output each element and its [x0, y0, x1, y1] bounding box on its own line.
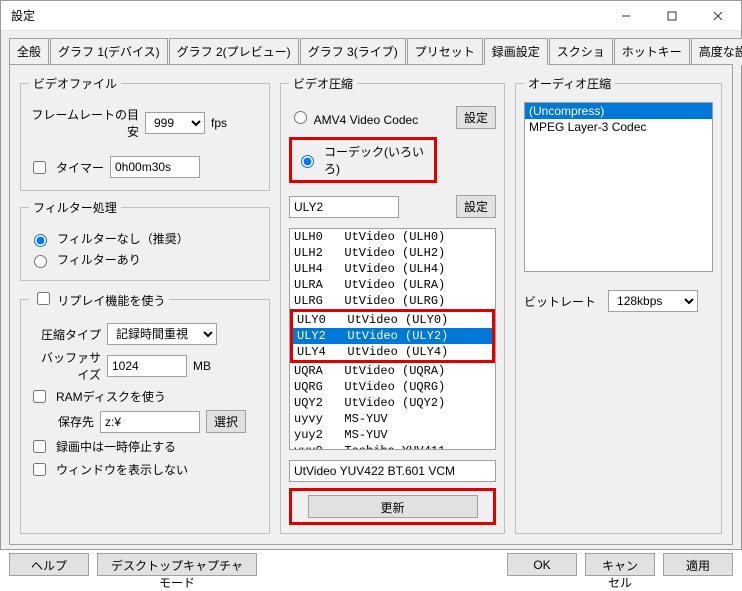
tab-panel-recording: ビデオファイル フレームレートの目安 999 fps タイマー フィルター処理 … [9, 64, 733, 545]
framerate-label: フレームレートの目安 [29, 106, 139, 140]
tab-2[interactable]: グラフ 2(プレビュー) [169, 38, 299, 65]
codec-radio-label: コーデック(いろいろ) [324, 143, 430, 177]
apply-button[interactable]: 適用 [663, 553, 733, 576]
audio-item[interactable]: MPEG Layer-3 Codec [525, 119, 712, 135]
pause-checkbox[interactable] [33, 440, 46, 453]
tab-4[interactable]: プリセット [407, 38, 483, 65]
bitrate-label: ビットレート [524, 293, 596, 310]
timer-checkbox[interactable] [33, 161, 46, 174]
codec-item[interactable]: yvu9 Toshiba YUV411 [290, 443, 495, 450]
replay-use-checkbox[interactable] [37, 292, 50, 305]
audio-item[interactable]: (Uncompress) [525, 103, 712, 119]
codec-item[interactable]: UQRG UtVideo (UQRG) [290, 379, 495, 395]
ok-button[interactable]: OK [507, 553, 577, 576]
codec-settings-button[interactable]: 設定 [456, 195, 496, 218]
buffer-input[interactable] [107, 355, 187, 377]
save-select-button[interactable]: 選択 [206, 410, 246, 433]
audio-comp-group: オーディオ圧縮 (Uncompress)MPEG Layer-3 Codec ビ… [515, 75, 722, 534]
filter-on-radio[interactable] [34, 255, 47, 268]
codec-item[interactable]: UQY2 UtVideo (UQY2) [290, 395, 495, 411]
tab-6[interactable]: スクショ [549, 38, 613, 65]
maximize-button[interactable] [649, 1, 695, 31]
tab-3[interactable]: グラフ 3(ライブ) [300, 38, 406, 65]
filter-on-label: フィルターあり [57, 251, 141, 268]
filter-none-radio[interactable] [34, 234, 47, 247]
tab-7[interactable]: ホットキー [614, 38, 690, 65]
codec-item[interactable]: UQRA UtVideo (UQRA) [290, 363, 495, 379]
replay-group: リプレイ機能を使う 圧縮タイプ 記録時間重視 バッファサイズ MB RAMディス… [20, 289, 270, 534]
amv4-label: AMV4 Video Codec [314, 113, 419, 127]
codec-radio[interactable] [301, 155, 314, 168]
video-comp-legend: ビデオ圧縮 [289, 75, 357, 92]
left-column: ビデオファイル フレームレートの目安 999 fps タイマー フィルター処理 … [20, 75, 270, 534]
compress-label: 圧縮タイプ [29, 326, 101, 343]
codec-list[interactable]: ULH0 UtVideo (ULH0)ULH2 UtVideo (ULH2)UL… [289, 228, 496, 450]
tab-5[interactable]: 録画設定 [484, 38, 548, 65]
framerate-unit: fps [211, 116, 227, 130]
replay-use-label: リプレイ機能を使う [57, 294, 165, 308]
bitrate-select[interactable]: 128kbps [608, 290, 698, 312]
amv4-radio[interactable] [294, 111, 307, 124]
codec-item[interactable]: uyvy MS-YUV [290, 411, 495, 427]
middle-column: ビデオ圧縮 AMV4 Video Codec 設定 コーデック(いろいろ) 設定 [280, 75, 505, 534]
timer-label: タイマー [56, 159, 104, 176]
tab-8[interactable]: 高度な設定 [691, 38, 742, 65]
footer: ヘルプ デスクトップキャプチャモード OK キャンセル 適用 [1, 545, 741, 584]
update-button[interactable]: 更新 [308, 495, 478, 518]
desktop-capture-mode-button[interactable]: デスクトップキャプチャモード [97, 553, 257, 576]
codec-item[interactable]: ULH2 UtVideo (ULH2) [290, 245, 495, 261]
codec-item[interactable]: ULRG UtVideo (ULRG) [290, 293, 495, 309]
ramdisk-label: RAMディスクを使う [56, 388, 166, 405]
fourcc-input[interactable] [289, 196, 399, 218]
video-file-group: ビデオファイル フレームレートの目安 999 fps タイマー [20, 75, 270, 191]
buffer-unit: MB [193, 359, 211, 373]
codec-name-text: UtVideo YUV422 BT.601 VCM [294, 464, 455, 478]
timer-input[interactable] [110, 156, 200, 178]
save-label: 保存先 [29, 413, 94, 430]
codec-item[interactable]: ULH0 UtVideo (ULH0) [290, 229, 495, 245]
codec-item[interactable]: yuy2 MS-YUV [290, 427, 495, 443]
minimize-button[interactable] [603, 1, 649, 31]
codec-name-box: UtVideo YUV422 BT.601 VCM [289, 460, 496, 482]
hidewin-label: ウィンドウを表示しない [56, 461, 188, 478]
buffer-label: バッファサイズ [29, 349, 101, 383]
titlebar: 設定 [1, 1, 741, 31]
help-button[interactable]: ヘルプ [9, 553, 89, 576]
audio-list[interactable]: (Uncompress)MPEG Layer-3 Codec [524, 102, 713, 272]
tab-0[interactable]: 全般 [9, 38, 49, 65]
window-buttons [603, 1, 741, 31]
codec-item[interactable]: ULY4 UtVideo (ULY4) [293, 344, 492, 360]
tab-1[interactable]: グラフ 1(デバイス) [50, 38, 168, 65]
codec-item[interactable]: ULY0 UtVideo (ULY0) [293, 312, 492, 328]
window-title: 設定 [11, 7, 603, 24]
codec-item[interactable]: ULY2 UtVideo (ULY2) [293, 328, 492, 344]
video-file-legend: ビデオファイル [29, 75, 121, 92]
pause-label: 録画中は一時停止する [56, 438, 176, 455]
compress-select[interactable]: 記録時間重視 [107, 323, 217, 345]
cancel-button[interactable]: キャンセル [585, 553, 655, 576]
right-column: オーディオ圧縮 (Uncompress)MPEG Layer-3 Codec ビ… [515, 75, 722, 534]
replay-legend: リプレイ機能を使う [29, 289, 169, 309]
framerate-select[interactable]: 999 [145, 112, 205, 134]
settings-window: 設定 全般グラフ 1(デバイス)グラフ 2(プレビュー)グラフ 3(ライブ)プリ… [0, 0, 742, 550]
filter-none-label: フィルターなし（推奨） [57, 230, 189, 247]
tabs: 全般グラフ 1(デバイス)グラフ 2(プレビュー)グラフ 3(ライブ)プリセット… [1, 31, 741, 64]
hidewin-checkbox[interactable] [33, 463, 46, 476]
audio-comp-legend: オーディオ圧縮 [524, 75, 615, 92]
ramdisk-checkbox[interactable] [33, 390, 46, 403]
filter-group: フィルター処理 フィルターなし（推奨） フィルターあり [20, 199, 270, 281]
video-comp-group: ビデオ圧縮 AMV4 Video Codec 設定 コーデック(いろいろ) 設定 [280, 75, 505, 534]
filter-legend: フィルター処理 [29, 199, 121, 216]
close-button[interactable] [695, 1, 741, 31]
codec-item[interactable]: ULRA UtVideo (ULRA) [290, 277, 495, 293]
codec-item[interactable]: ULH4 UtVideo (ULH4) [290, 261, 495, 277]
amv4-settings-button[interactable]: 設定 [456, 106, 496, 129]
save-input[interactable] [100, 411, 200, 433]
